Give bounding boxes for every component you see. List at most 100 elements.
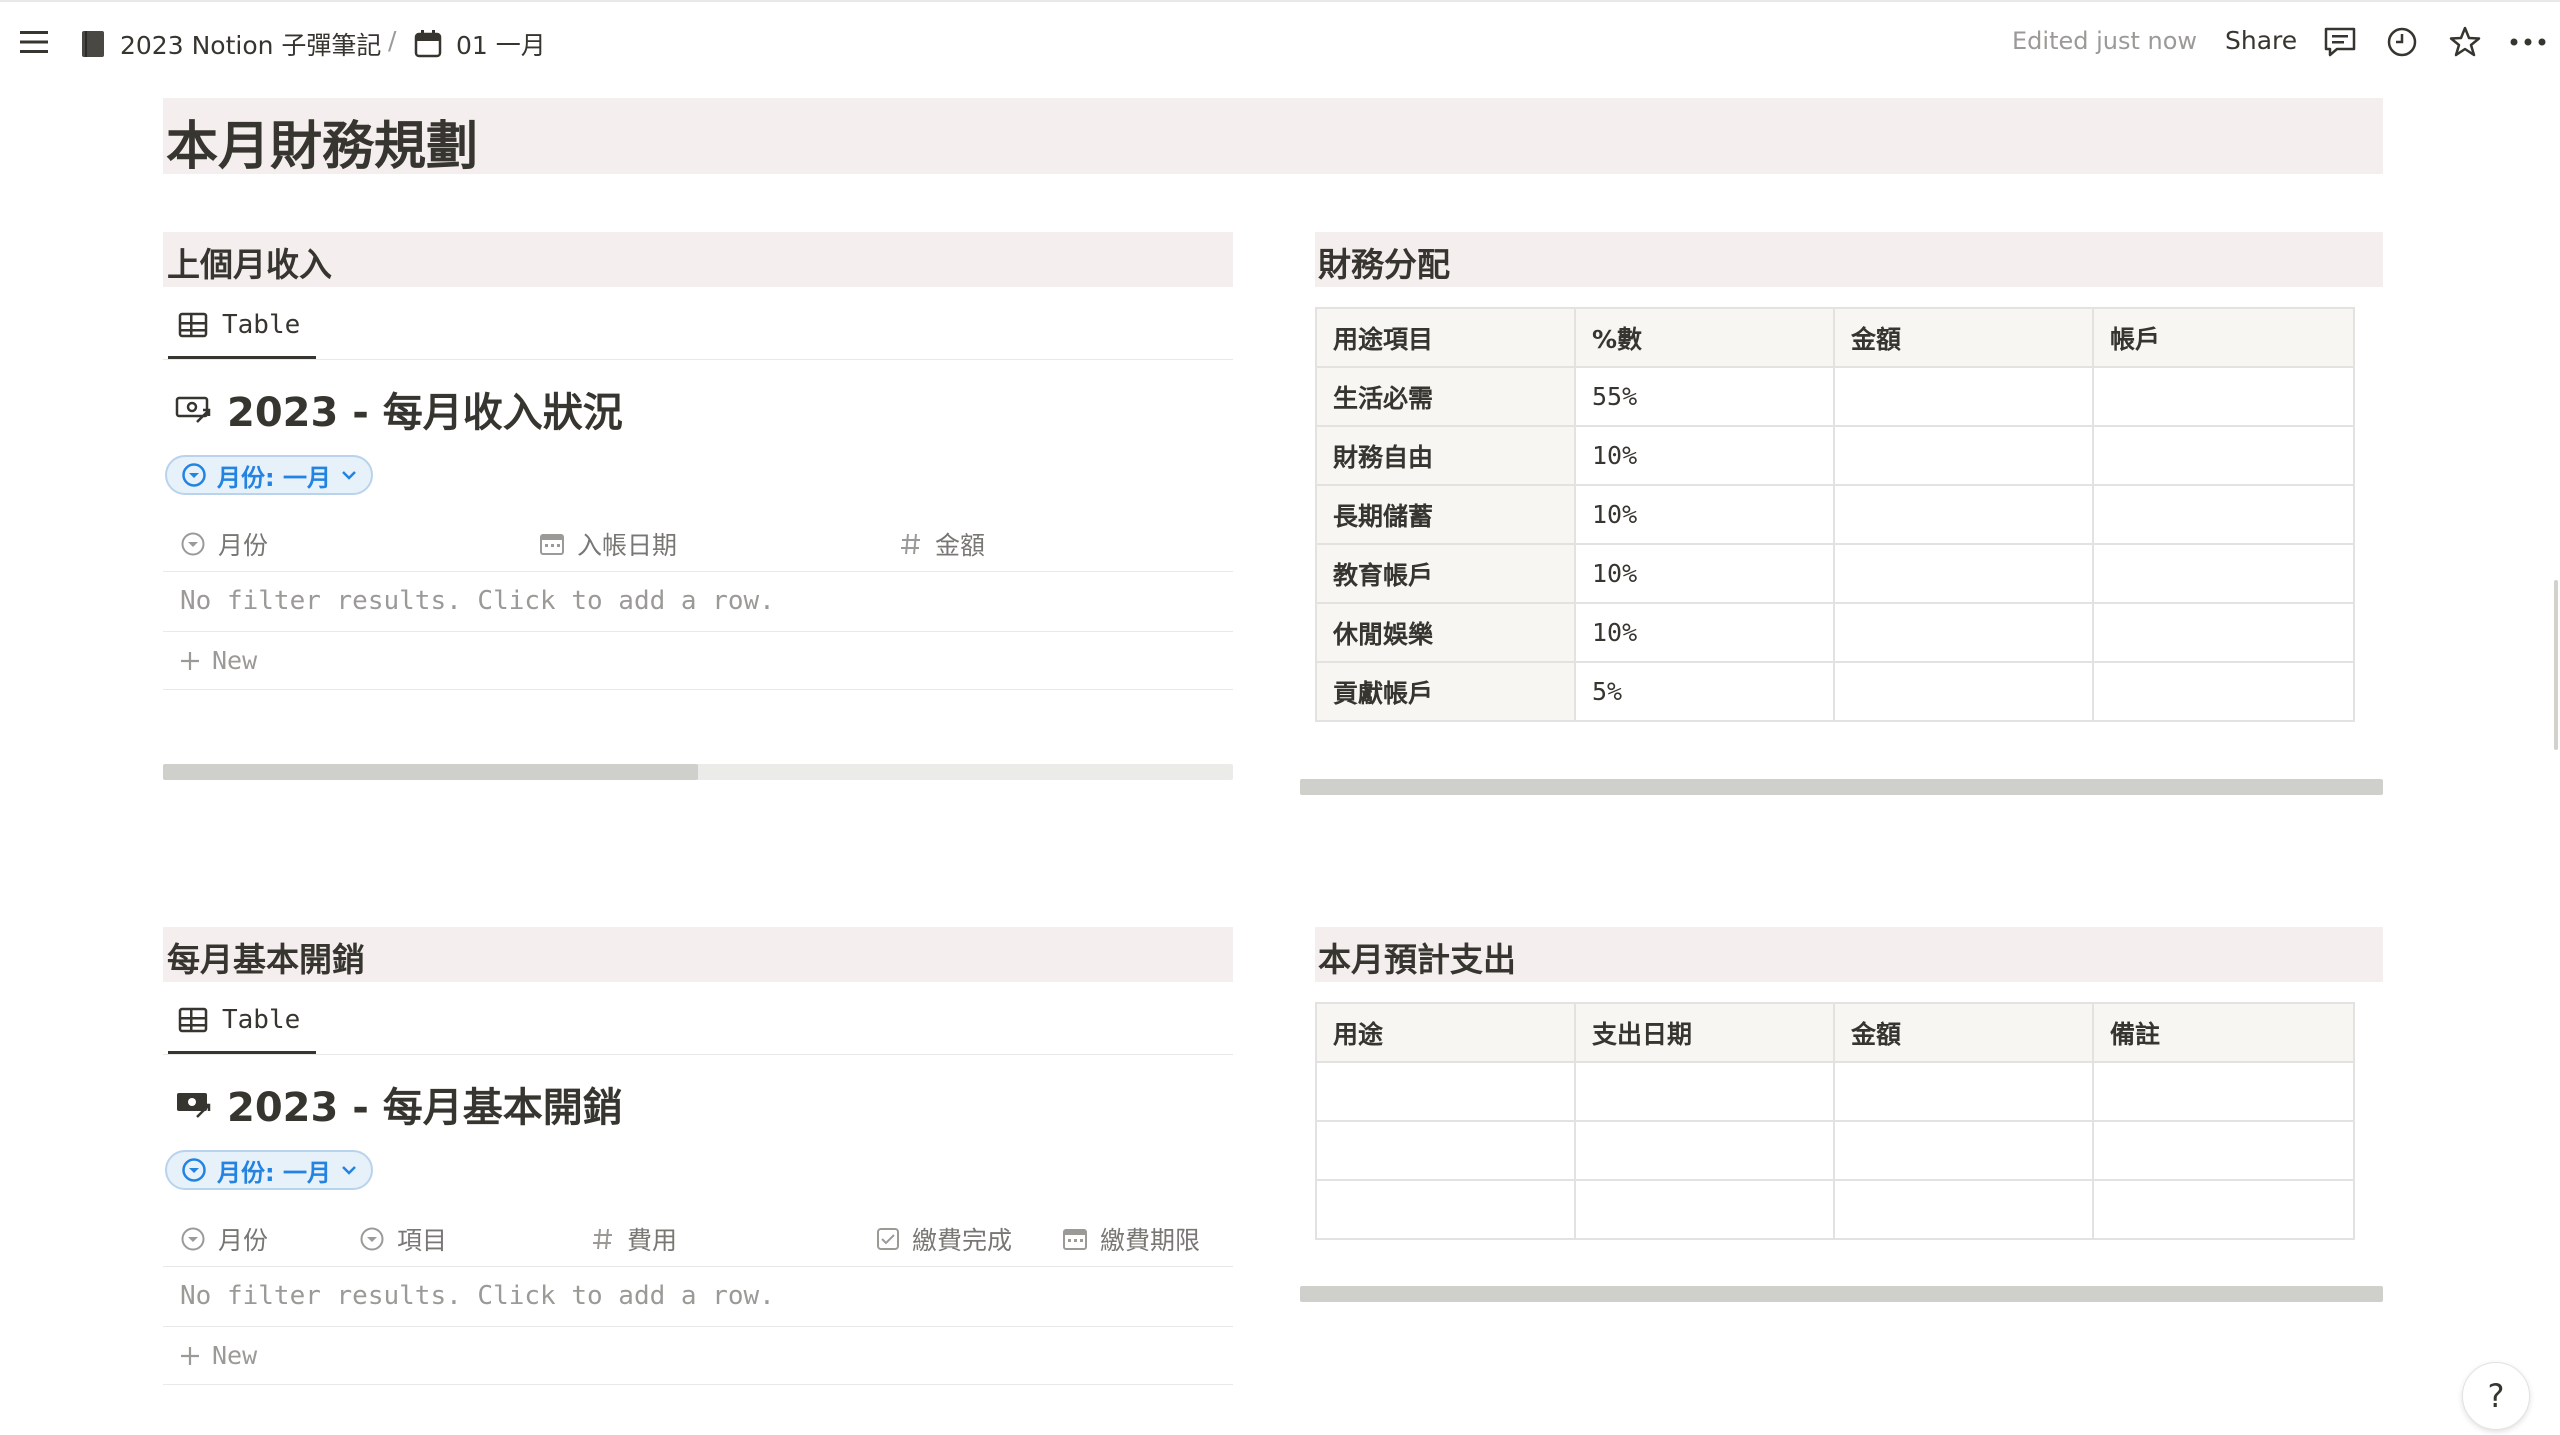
income-new-row-button[interactable]: New — [178, 646, 257, 675]
percent-cell[interactable]: 55% — [1574, 366, 1835, 427]
expense-tab-table[interactable]: Table — [178, 1005, 300, 1035]
money-icon — [175, 392, 213, 426]
header-cell[interactable]: 用途項目 — [1315, 307, 1576, 368]
header-cell[interactable]: 備註 — [2092, 1002, 2355, 1063]
page-heading-bg — [163, 98, 2383, 174]
expense-new-row-button[interactable]: New — [178, 1341, 257, 1370]
expense-heading: 每月基本開銷 — [167, 940, 365, 979]
select-icon — [181, 462, 207, 488]
income-tab-table[interactable]: Table — [178, 310, 300, 340]
breadcrumb-page-label: 01 一月 — [456, 31, 546, 60]
clock-icon[interactable] — [2386, 26, 2418, 58]
header-cell[interactable]: 支出日期 — [1574, 1002, 1835, 1063]
amount-cell[interactable] — [1833, 366, 2094, 427]
item-cell[interactable]: 教育帳戶 — [1315, 543, 1576, 604]
expense-col-paid[interactable]: 繳費完成 — [876, 1221, 1012, 1257]
expense-empty-message[interactable]: No filter results. Click to add a row. — [180, 1281, 775, 1311]
percent-cell[interactable]: 10% — [1574, 425, 1835, 486]
table-row: 生活必需 55% — [1315, 366, 2355, 427]
income-heading: 上個月收入 — [167, 245, 332, 284]
table-cell[interactable] — [2092, 1120, 2355, 1181]
percent-cell[interactable]: 10% — [1574, 543, 1835, 604]
expense-db-title[interactable]: 2023 - 每月基本開銷 — [175, 1075, 623, 1133]
chevron-down-icon — [341, 469, 357, 481]
table-cell[interactable] — [1315, 1120, 1576, 1181]
divider — [163, 689, 1233, 690]
income-col-amount[interactable]: 金額 — [899, 526, 985, 562]
scrollbar-thumb[interactable] — [163, 764, 698, 780]
income-col-month[interactable]: 月份 — [180, 526, 268, 562]
menu-icon[interactable] — [18, 28, 50, 56]
planned-horizontal-scrollbar[interactable] — [1300, 1286, 2383, 1302]
amount-cell[interactable] — [1833, 484, 2094, 545]
income-db-title-text: 2023 - 每月收入狀況 — [227, 390, 623, 436]
date-icon — [1062, 1226, 1088, 1252]
separator-text: / — [388, 26, 397, 55]
amount-cell[interactable] — [1833, 602, 2094, 663]
header-cell[interactable]: %數 — [1574, 307, 1835, 368]
breadcrumb-page[interactable]: 01 一月 — [414, 26, 546, 62]
expense-filter-chip[interactable]: 月份: 一月 — [165, 1150, 373, 1190]
help-button[interactable]: ? — [2462, 1362, 2530, 1430]
planned-heading: 本月預計支出 — [1318, 940, 1516, 979]
item-cell[interactable]: 貢獻帳戶 — [1315, 661, 1576, 722]
page-scrollbar[interactable] — [2554, 580, 2558, 750]
item-cell[interactable]: 生活必需 — [1315, 366, 1576, 427]
table-cell[interactable] — [1833, 1120, 2094, 1181]
table-row: 財務自由 10% — [1315, 425, 2355, 486]
amount-cell[interactable] — [1833, 661, 2094, 722]
percent-cell[interactable]: 10% — [1574, 602, 1835, 663]
income-filter-chip[interactable]: 月份: 一月 — [165, 455, 373, 495]
table-cell[interactable] — [1574, 1120, 1835, 1181]
expense-col-month[interactable]: 月份 — [180, 1221, 268, 1257]
header-cell[interactable]: 金額 — [1833, 1002, 2094, 1063]
account-cell[interactable] — [2092, 602, 2355, 663]
table-cell[interactable] — [1574, 1179, 1835, 1240]
amount-cell[interactable] — [1833, 425, 2094, 486]
table-cell[interactable] — [1833, 1061, 2094, 1122]
allocation-heading: 財務分配 — [1318, 245, 1450, 284]
item-cell[interactable]: 長期儲蓄 — [1315, 484, 1576, 545]
account-cell[interactable] — [2092, 366, 2355, 427]
calendar-icon — [414, 29, 442, 59]
income-horizontal-scrollbar[interactable] — [163, 764, 1233, 780]
number-icon — [591, 1226, 615, 1252]
table-cell[interactable] — [1315, 1179, 1576, 1240]
header-cell[interactable]: 用途 — [1315, 1002, 1576, 1063]
table-cell[interactable] — [1574, 1061, 1835, 1122]
expense-tab-label: Table — [222, 1005, 301, 1035]
income-empty-message[interactable]: No filter results. Click to add a row. — [180, 586, 775, 616]
allocation-horizontal-scrollbar[interactable] — [1300, 779, 2383, 795]
table-cell[interactable] — [1833, 1179, 2094, 1240]
money-icon — [175, 1087, 213, 1121]
header-cell[interactable]: 帳戶 — [2092, 307, 2355, 368]
item-cell[interactable]: 財務自由 — [1315, 425, 1576, 486]
table-header-row: 用途項目 %數 金額 帳戶 — [1315, 307, 2355, 368]
account-cell[interactable] — [2092, 661, 2355, 722]
account-cell[interactable] — [2092, 425, 2355, 486]
income-db-title[interactable]: 2023 - 每月收入狀況 — [175, 380, 623, 438]
account-cell[interactable] — [2092, 484, 2355, 545]
expense-col-deadline[interactable]: 繳費期限 — [1062, 1221, 1200, 1257]
more-icon[interactable] — [2510, 38, 2546, 46]
plus-icon — [178, 1344, 202, 1368]
share-button[interactable]: Share — [2225, 26, 2297, 55]
percent-cell[interactable]: 5% — [1574, 661, 1835, 722]
page-heading: 本月財務規劃 — [166, 117, 479, 177]
comment-icon[interactable] — [2323, 26, 2357, 58]
account-cell[interactable] — [2092, 543, 2355, 604]
expense-col-deadline-label: 繳費期限 — [1100, 1226, 1201, 1255]
table-cell[interactable] — [2092, 1061, 2355, 1122]
amount-cell[interactable] — [1833, 543, 2094, 604]
table-cell[interactable] — [1315, 1061, 1576, 1122]
header-cell[interactable]: 金額 — [1833, 307, 2094, 368]
plus-icon — [178, 649, 202, 673]
percent-cell[interactable]: 10% — [1574, 484, 1835, 545]
table-cell[interactable] — [2092, 1179, 2355, 1240]
star-icon[interactable] — [2448, 25, 2482, 59]
breadcrumb-workspace[interactable]: 2023 Notion 子彈筆記 — [80, 26, 381, 62]
expense-col-cost[interactable]: 費用 — [591, 1221, 677, 1257]
expense-col-item[interactable]: 項目 — [359, 1221, 447, 1257]
item-cell[interactable]: 休閒娛樂 — [1315, 602, 1576, 663]
income-col-date[interactable]: 入帳日期 — [539, 526, 677, 562]
